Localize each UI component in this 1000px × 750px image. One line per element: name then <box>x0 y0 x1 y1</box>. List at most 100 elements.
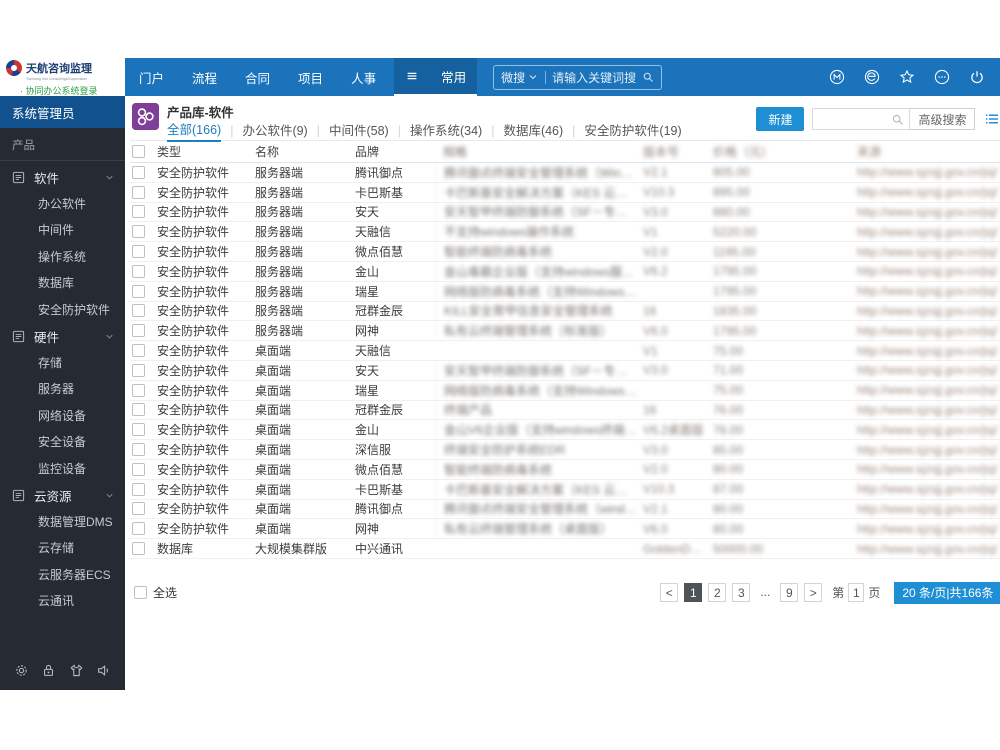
sound-icon[interactable] <box>96 663 111 678</box>
sidebar-item[interactable]: 网络设备 <box>0 403 125 430</box>
table-row[interactable]: 安全防护软件 桌面端 金山 金山V6企业版（支持windows终端版） V6.2桌面版 7… <box>130 420 1000 441</box>
table-row[interactable]: 安全防护软件 桌面端 深信服 终端安全防护系统EDR V3.0 85.00 http://w… <box>130 440 1000 460</box>
row-checkbox[interactable] <box>132 423 145 437</box>
sidebar-item[interactable]: 数据库 <box>0 270 125 297</box>
cell-url[interactable]: http://www.sjzsjj.gov.cn/jsj/ <box>857 304 1000 318</box>
theme-icon[interactable] <box>69 663 84 678</box>
page-button[interactable]: 3 <box>732 583 751 603</box>
nav-tab-common[interactable]: 常用 <box>430 58 478 94</box>
category-tab[interactable]: 办公软件(9) <box>242 120 307 141</box>
row-checkbox[interactable] <box>132 205 145 219</box>
sidebar-group[interactable]: 云资源 <box>0 482 125 509</box>
m-icon[interactable] <box>829 69 845 85</box>
cell-url[interactable]: http://www.sjzsjj.gov.cn/jsj/ <box>857 383 1000 397</box>
table-row[interactable]: 安全防护软件 服务器端 腾讯御点 腾讯御点终端安全管理系统（Windows版）V2.1… <box>130 163 1000 183</box>
global-search[interactable]: 微搜 请输入关键词搜 <box>493 64 663 90</box>
table-row[interactable]: 安全防护软件 服务器端 冠群金辰 KILL安全胄甲信息安全管理系统 16 1835.00 h… <box>130 302 1000 322</box>
table-row[interactable]: 安全防护软件 桌面端 瑞星 网络版防病毒系统（支持Windows桌面） 75.00 htt… <box>130 381 1000 401</box>
row-checkbox[interactable] <box>132 264 145 278</box>
cell-url[interactable]: http://www.sjzsjj.gov.cn/jsj/ <box>857 165 1000 179</box>
table-row[interactable]: 安全防护软件 桌面端 腾讯御点 腾讯御点终端安全管理系统（windows）V2.1V2… <box>130 500 1000 520</box>
search-icon[interactable] <box>642 71 654 83</box>
sidebar-item[interactable]: 安全防护软件 <box>0 297 125 324</box>
nav-item[interactable]: 合同 <box>231 68 284 87</box>
row-checkbox[interactable] <box>132 185 145 199</box>
page-jump-input[interactable]: 1 <box>848 583 865 603</box>
cell-url[interactable]: http://www.sjzsjj.gov.cn/jsj/ <box>857 363 1000 377</box>
select-all-checkbox[interactable] <box>134 586 147 600</box>
cell-url[interactable]: http://www.sjzsjj.gov.cn/jsj/ <box>857 205 1000 219</box>
cell-url[interactable]: http://www.sjzsjj.gov.cn/jsj/ <box>857 423 1000 437</box>
row-checkbox[interactable] <box>132 522 145 536</box>
row-checkbox[interactable] <box>132 443 145 457</box>
page-size-badge[interactable]: 20 条/页|共166条 <box>894 581 1000 604</box>
table-row[interactable]: 安全防护软件 桌面端 网神 私有云终端管理系统（桌面版） V6.0 80.00 http:/… <box>130 519 1000 540</box>
category-tab[interactable]: 操作系统(34) <box>410 120 482 141</box>
sidebar-item[interactable]: 安全设备 <box>0 429 125 456</box>
table-row[interactable]: 数据库 大规模集群版 中兴通讯 GoldenData s...50000.00 http… <box>130 539 1000 559</box>
lock-icon[interactable] <box>41 663 56 678</box>
sidebar-group[interactable]: 软件 <box>0 164 125 191</box>
sidebar-item[interactable]: 监控设备 <box>0 456 125 483</box>
row-checkbox[interactable] <box>132 403 145 417</box>
cell-url[interactable]: http://www.sjzsjj.gov.cn/jsj/ <box>857 185 1000 199</box>
row-checkbox[interactable] <box>132 542 145 556</box>
cell-url[interactable]: http://www.sjzsjj.gov.cn/jsj/ <box>857 462 1000 476</box>
row-checkbox[interactable] <box>132 383 145 397</box>
star-icon[interactable] <box>899 69 915 85</box>
row-checkbox[interactable] <box>132 462 145 476</box>
nav-item[interactable]: 人事 <box>337 68 390 87</box>
row-checkbox[interactable] <box>132 344 145 358</box>
page-button[interactable]: < <box>660 583 679 603</box>
table-row[interactable]: 安全防护软件 服务器端 卡巴斯基 卡巴斯基安全解决方案（KES 云安全支持）…V10.… <box>130 183 1000 203</box>
cell-url[interactable]: http://www.sjzsjj.gov.cn/jsj/ <box>857 344 1000 358</box>
row-checkbox[interactable] <box>132 324 145 338</box>
table-row[interactable]: 安全防护软件 桌面端 微点佰慧 智能终端防病毒系统 V2.0 80.00 http://ww… <box>130 460 1000 480</box>
table-row[interactable]: 安全防护软件 服务器端 网神 私有云终端管理系统（标准版） V6.0 1795.00 htt… <box>130 321 1000 342</box>
role-header[interactable]: 系统管理员 <box>0 96 125 128</box>
row-checkbox[interactable] <box>132 363 145 377</box>
nav-item[interactable]: 门户 <box>125 68 178 87</box>
cell-url[interactable]: http://www.sjzsjj.gov.cn/jsj/ <box>857 542 1000 556</box>
table-row[interactable]: 安全防护软件 服务器端 瑞星 网络版防病毒系统（支持Windows服务器） 1795.0… <box>130 282 1000 302</box>
search-scope-dropdown[interactable]: 微搜 <box>501 69 539 86</box>
sidebar-item[interactable]: 数据管理DMS <box>0 509 125 536</box>
sidebar-item[interactable]: 云通讯 <box>0 588 125 615</box>
row-checkbox[interactable] <box>132 304 145 318</box>
cell-url[interactable]: http://www.sjzsjj.gov.cn/jsj/ <box>857 482 1000 496</box>
row-checkbox[interactable] <box>132 284 145 298</box>
row-checkbox[interactable] <box>132 225 145 239</box>
cell-url[interactable]: http://www.sjzsjj.gov.cn/jsj/ <box>857 225 1000 239</box>
table-search-input[interactable] <box>812 108 911 130</box>
category-tab[interactable]: 全部(166) <box>167 119 222 142</box>
cell-url[interactable]: http://www.sjzsjj.gov.cn/jsj/ <box>857 324 1000 338</box>
cell-url[interactable]: http://www.sjzsjj.gov.cn/jsj/ <box>857 245 1000 259</box>
cell-url[interactable]: http://www.sjzsjj.gov.cn/jsj/ <box>857 522 1000 536</box>
table-row[interactable]: 安全防护软件 服务器端 金山 金山毒霸企业版（支持windows服务器版）V6.2 17… <box>130 262 1000 282</box>
nav-menu-button[interactable] <box>394 58 431 94</box>
row-checkbox[interactable] <box>132 502 145 516</box>
table-row[interactable]: 安全防护软件 桌面端 天融信 V1 75.00 http://www.sjzsjj.gov… <box>130 341 1000 361</box>
sidebar-group[interactable]: 硬件 <box>0 323 125 350</box>
category-tab[interactable]: 数据库(46) <box>503 120 563 141</box>
page-button[interactable]: 2 <box>708 583 727 603</box>
power-icon[interactable] <box>969 69 985 85</box>
message-icon[interactable] <box>864 69 880 85</box>
sidebar-item[interactable]: 云服务器ECS <box>0 562 125 589</box>
table-row[interactable]: 安全防护软件 桌面端 安天 安天智甲终端防御系统（SF－专用版本） V3.0 71.00 h… <box>130 361 1000 381</box>
sidebar-item[interactable]: 云存储 <box>0 535 125 562</box>
search-placeholder[interactable]: 请输入关键词搜 <box>552 69 636 86</box>
sidebar-item[interactable]: 存储 <box>0 350 125 377</box>
sidebar-item[interactable]: 服务器 <box>0 376 125 403</box>
table-row[interactable]: 安全防护软件 服务器端 天融信 不支持windows操作系统 V1 5220.00 http… <box>130 222 1000 243</box>
category-tab[interactable]: 中间件(58) <box>329 120 389 141</box>
page-current[interactable]: 1 <box>684 583 703 603</box>
sidebar-item[interactable]: 操作系统 <box>0 244 125 271</box>
list-view-icon[interactable] <box>984 111 1000 127</box>
table-row[interactable]: 安全防护软件 桌面端 冠群金辰 终端产品 16 76.00 http://www.sjzsj… <box>130 401 1000 421</box>
header-select-checkbox[interactable] <box>132 145 145 158</box>
sidebar-item[interactable]: 中间件 <box>0 217 125 244</box>
cell-url[interactable]: http://www.sjzsjj.gov.cn/jsj/ <box>857 284 1000 298</box>
advanced-search-button[interactable]: 高级搜索 <box>910 108 976 130</box>
nav-item[interactable]: 项目 <box>284 68 337 87</box>
